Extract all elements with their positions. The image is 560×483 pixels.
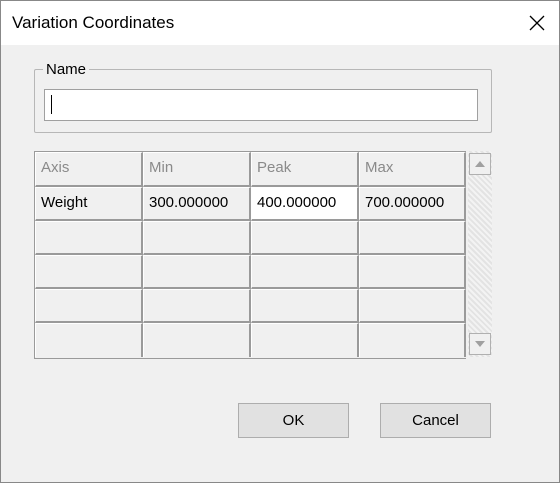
- cell-min[interactable]: [143, 289, 251, 323]
- cell-max[interactable]: [359, 221, 466, 255]
- close-button[interactable]: [513, 1, 559, 45]
- cell-min[interactable]: 300.000000: [143, 187, 251, 221]
- cell-peak[interactable]: [251, 323, 359, 357]
- header-max[interactable]: Max: [359, 152, 466, 187]
- cell-axis[interactable]: [35, 323, 143, 357]
- variation-coordinates-dialog: Variation Coordinates Name Axis Min Peak…: [0, 0, 560, 483]
- cell-peak[interactable]: [251, 289, 359, 323]
- scroll-down-button[interactable]: [469, 333, 491, 355]
- coordinates-grid: Axis Min Peak Max Weight 300.000000 400.…: [34, 151, 466, 359]
- title-bar: Variation Coordinates: [1, 1, 559, 45]
- name-label: Name: [43, 61, 90, 78]
- dialog-title: Variation Coordinates: [12, 13, 175, 32]
- name-group-box: Name: [34, 61, 492, 133]
- cell-peak[interactable]: [251, 255, 359, 289]
- name-input[interactable]: [44, 89, 478, 121]
- cell-peak[interactable]: [251, 221, 359, 255]
- cell-peak[interactable]: 400.000000: [251, 187, 359, 221]
- cell-max[interactable]: [359, 289, 466, 323]
- ok-button[interactable]: OK: [238, 403, 349, 438]
- cell-max[interactable]: [359, 323, 466, 357]
- close-icon: [529, 15, 545, 31]
- header-axis[interactable]: Axis: [35, 152, 143, 187]
- text-caret: [51, 95, 52, 114]
- grid-vertical-scrollbar[interactable]: [468, 151, 492, 357]
- cell-min[interactable]: [143, 323, 251, 357]
- cancel-button[interactable]: Cancel: [380, 403, 491, 438]
- cell-max[interactable]: 700.000000: [359, 187, 466, 221]
- cell-min[interactable]: [143, 221, 251, 255]
- scroll-down-arrow-icon: [475, 341, 485, 347]
- cell-axis[interactable]: [35, 255, 143, 289]
- cell-axis[interactable]: Weight: [35, 187, 143, 221]
- scroll-up-button[interactable]: [469, 153, 491, 175]
- cell-min[interactable]: [143, 255, 251, 289]
- header-min[interactable]: Min: [143, 152, 251, 187]
- header-peak[interactable]: Peak: [251, 152, 359, 187]
- cell-max[interactable]: [359, 255, 466, 289]
- cell-axis[interactable]: [35, 221, 143, 255]
- scroll-up-arrow-icon: [475, 161, 485, 167]
- cell-axis[interactable]: [35, 289, 143, 323]
